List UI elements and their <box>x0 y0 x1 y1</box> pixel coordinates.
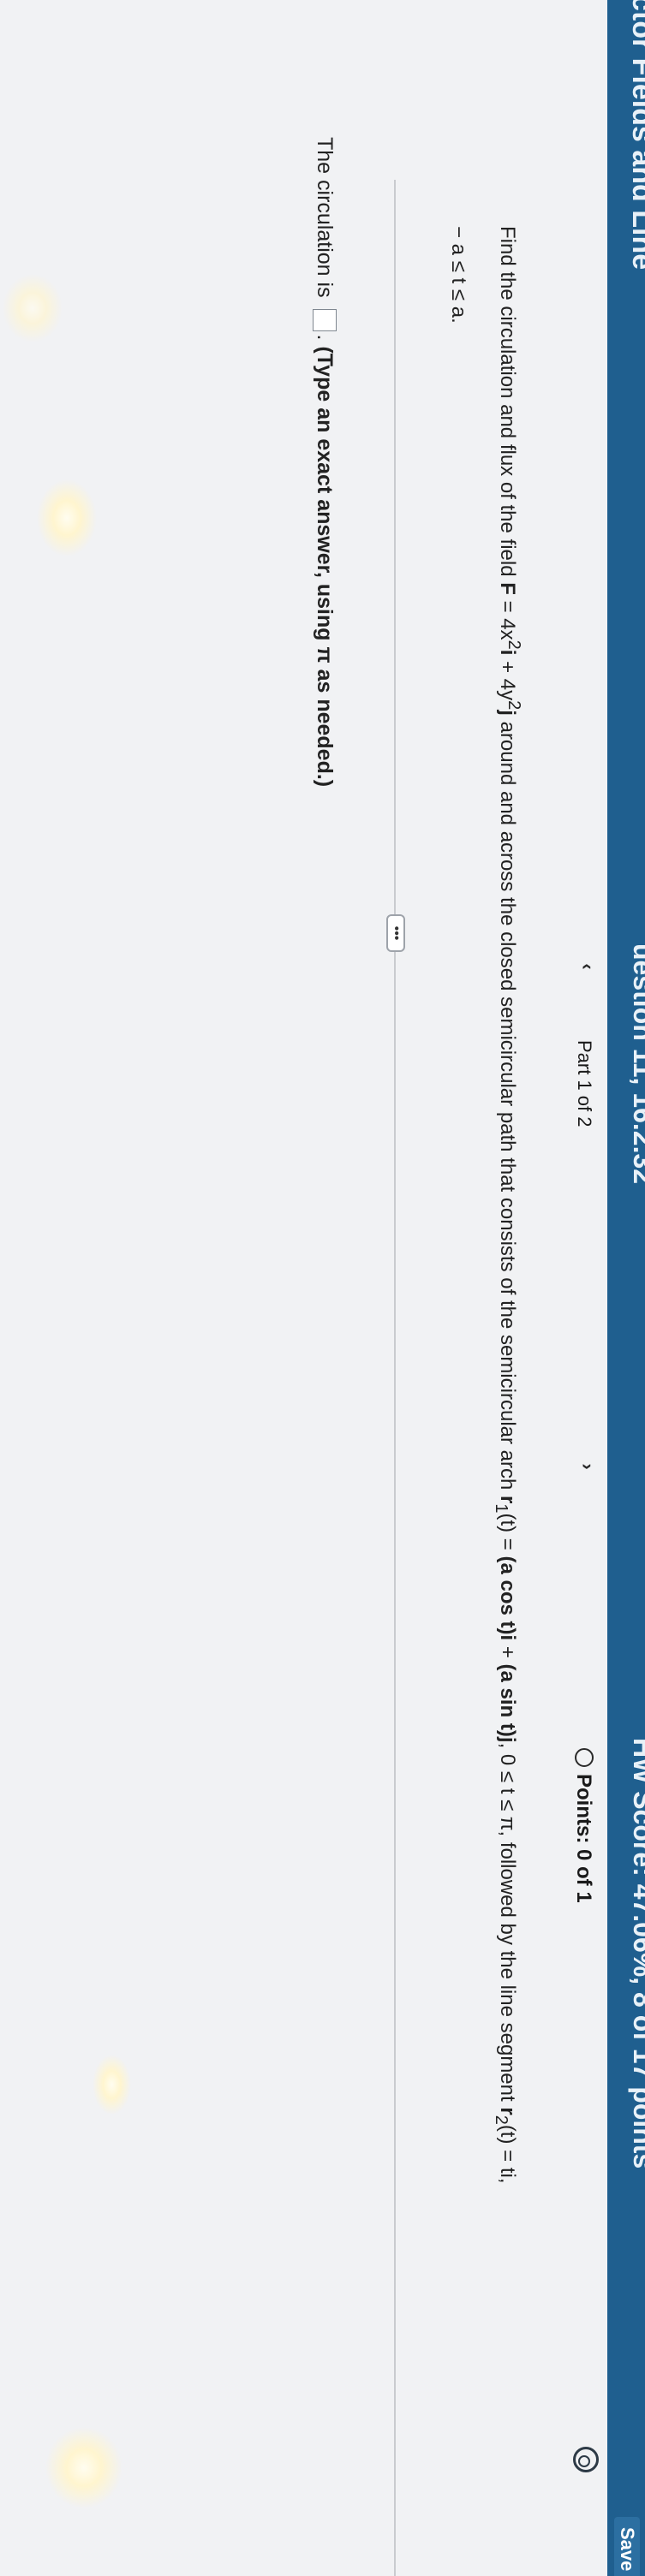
glare-spot <box>93 2055 131 2115</box>
points-display: Points: 0 of 1 <box>571 1748 595 1903</box>
question-number: uestion 11, 16.2.32 <box>628 943 645 1185</box>
previous-question-arrow-icon[interactable]: ‹ <box>577 959 599 974</box>
next-question-arrow-icon[interactable]: › <box>577 1459 599 1474</box>
assignment-title: ctor Fields and Line <box>626 0 645 271</box>
part-label: Part 1 of 2 <box>574 1040 595 1127</box>
circulation-answer-input[interactable] <box>313 308 337 331</box>
hw-score: HW Score: 47.06%, 8 of 17 points <box>628 1738 645 2169</box>
settings-gear-icon[interactable] <box>573 2447 599 2472</box>
answer-prefix: The circulation is <box>313 137 337 304</box>
glare-spot <box>37 479 97 556</box>
save-button[interactable]: Save <box>614 2517 640 2576</box>
status-circle-icon <box>575 1748 594 1767</box>
answer-suffix: . <box>313 334 337 341</box>
answer-hint: (Type an exact answer, using π as needed… <box>313 346 337 788</box>
problem-statement: Find the circulation and flux of the fie… <box>447 226 523 2184</box>
answer-row: The circulation is . (Type an exact answ… <box>312 137 337 787</box>
screen: ctor Fields and Line uestion 11, 16.2.32… <box>0 0 645 2576</box>
expand-more-button[interactable]: ••• <box>386 914 405 952</box>
points-label: Points: 0 of 1 <box>572 1774 595 1903</box>
section-divider <box>394 180 396 2576</box>
glare-spot <box>3 274 63 342</box>
glare-spot <box>45 2427 122 2508</box>
top-bar: ctor Fields and Line uestion 11, 16.2.32… <box>607 0 645 2576</box>
